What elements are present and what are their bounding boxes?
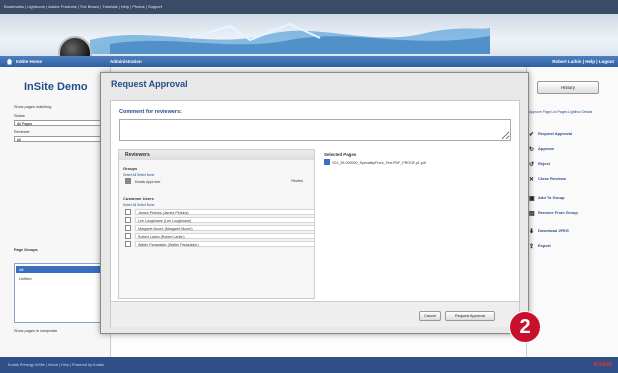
cancel-button[interactable]: Cancel: [419, 311, 441, 321]
dialog-title: Request Approval: [111, 79, 188, 89]
reviewers-panel: Reviewers Groups Select All Select None …: [118, 149, 315, 299]
water-splash-graphic: [90, 22, 490, 54]
group-row[interactable]: Kodak Approver Review: [123, 178, 313, 185]
footer-links[interactable]: Kodak Prinergy InSite | Home | Help | Po…: [8, 363, 104, 367]
status-select[interactable]: All Pages: [14, 120, 104, 126]
user-row[interactable]: Margaret Moore (Margaret Moore): [123, 225, 315, 232]
user-checkbox[interactable]: [125, 241, 131, 247]
groups-select-links[interactable]: Select All Select None: [123, 173, 154, 177]
group-item-all[interactable]: All: [16, 266, 104, 273]
dialog-body: Comment for reviewers: Reviewers Groups …: [110, 100, 520, 327]
action-reject[interactable]: ↺ Reject: [529, 161, 550, 168]
bookmarks-text: Bookmarks | Lightroom | Adobe Products |…: [4, 4, 162, 9]
approve-icon: ↻: [529, 147, 535, 153]
reject-icon: ↺: [529, 162, 535, 168]
filter-label: Show pages matching: [14, 105, 52, 109]
user-row[interactable]: Robert Larkin (Robert Larkin): [123, 233, 315, 240]
users-select-links[interactable]: Select All Select None: [123, 203, 154, 207]
action-close-reviews[interactable]: ✕ Close Reviews: [529, 176, 566, 183]
user-row[interactable]: James Perkins (James Perkins): [123, 209, 315, 216]
group-item-unfiled[interactable]: Unfiled: [19, 276, 31, 281]
add-group-icon: ▣: [529, 196, 535, 202]
user-row[interactable]: Lee Loughnane (Lee Loughnane): [123, 217, 315, 224]
comment-label: Comment for reviewers:: [119, 109, 182, 115]
checkmark-icon: ✔: [529, 132, 535, 138]
step-number-badge: 2: [509, 311, 541, 343]
action-request-approval[interactable]: ✔ Request Approval: [529, 131, 572, 138]
reviewers-header: Reviewers: [119, 150, 314, 160]
action-remove-from-group[interactable]: ▤ Remove From Group: [529, 210, 578, 217]
action-download-jpeg[interactable]: ⬇ Download JPEG: [529, 228, 569, 235]
export-icon: ⇪: [529, 244, 535, 250]
comment-input[interactable]: [119, 119, 511, 141]
status-label: Status: [14, 114, 25, 118]
request-approval-dialog: Request Approval Comment for reviewers: …: [100, 72, 529, 334]
page-groups-label: Page Groups: [14, 248, 38, 252]
nav-home-link[interactable]: InSite Home: [16, 56, 42, 67]
action-approve[interactable]: ↻ Approve: [529, 146, 554, 153]
reviewer-label: Reviewer: [14, 130, 30, 134]
browser-bookmarks-bar: Bookmarks | Lightroom | Adobe Products |…: [0, 0, 618, 14]
home-icon[interactable]: [6, 58, 13, 65]
header-banner: [0, 14, 618, 56]
remove-group-icon: ▤: [529, 211, 535, 217]
kodak-logo: [58, 36, 92, 56]
kodak-brand-mark: Kodak: [593, 362, 612, 368]
user-row[interactable]: Walter Parazaider (Walter Parazaider): [123, 241, 315, 248]
user-checkbox[interactable]: [125, 217, 131, 223]
user-checkbox[interactable]: [125, 209, 131, 215]
footer-bar: Kodak Prinergy InSite | Home | Help | Po…: [0, 357, 618, 373]
composite-option-label[interactable]: Show pages in composite: [14, 329, 57, 333]
site-title: InSite Demo: [24, 81, 88, 93]
action-add-to-group[interactable]: ▣ Add To Group: [529, 195, 565, 202]
selected-page-item[interactable]: V01_99-000000_Specialty/Front_Text.PDF_P…: [324, 159, 426, 165]
customer-users-label: Customer Users: [123, 196, 154, 201]
user-checkbox[interactable]: [125, 225, 131, 231]
action-export[interactable]: ⇪ Export: [529, 243, 551, 250]
request-approval-button[interactable]: Request Approval: [445, 311, 495, 321]
main-nav-bar: InSite Home Administration Robert Larkin…: [0, 56, 618, 67]
groups-label: Groups: [123, 166, 138, 171]
view-mode-links[interactable]: Approve Page List Pages Lightbox Details: [529, 110, 615, 115]
reviewer-select[interactable]: All: [14, 136, 104, 142]
left-filter-panel: InSite Demo Show pages matching Status A…: [0, 67, 111, 357]
close-reviews-icon: ✕: [529, 177, 535, 183]
user-checkbox[interactable]: [125, 233, 131, 239]
page-groups-list: All Unfiled: [14, 263, 108, 323]
history-button[interactable]: History: [537, 81, 599, 94]
dialog-footer: Cancel Request Approval: [111, 301, 519, 327]
group-role-select[interactable]: Review: [291, 178, 303, 185]
download-icon: ⬇: [529, 229, 535, 235]
actions-sidebar: History Approve Page List Pages Lightbox…: [526, 67, 618, 357]
group-checkbox[interactable]: [125, 178, 131, 184]
selected-page-checkbox[interactable]: [324, 159, 330, 165]
selected-pages-label: Selected Pages: [324, 152, 357, 157]
nav-user-links[interactable]: Robert Larkin | Help | Logout: [552, 56, 614, 67]
nav-admin-link[interactable]: Administration: [110, 56, 142, 67]
